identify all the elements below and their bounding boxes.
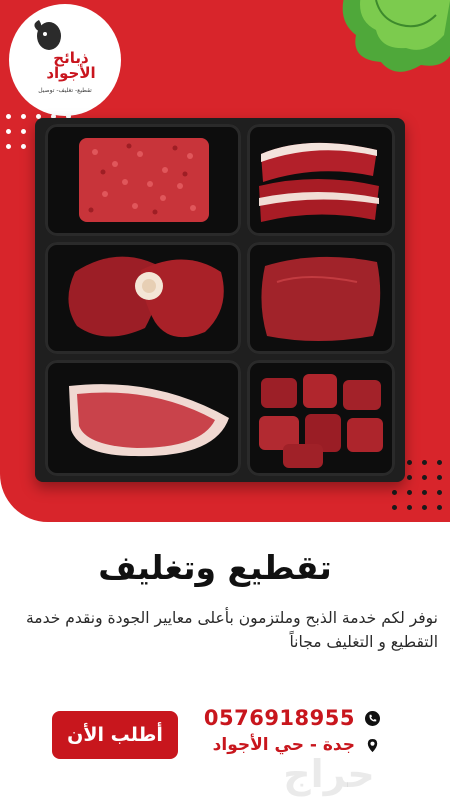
tray-cell-minced-meat [45, 124, 241, 236]
sheep-head-icon [34, 20, 61, 50]
meat-tray-image [35, 118, 405, 482]
watermark: حراج [283, 752, 375, 796]
phone-number[interactable]: 0576918955 [204, 706, 355, 730]
tray-cell-meat-cubes [247, 360, 395, 476]
brand-logo: ذبائح الأجواد تقطيع- تغليف- توصيل [9, 4, 121, 116]
tray-cell-beef-block [247, 242, 395, 354]
phone-icon [365, 710, 380, 726]
tray-cell-ribs [247, 124, 395, 236]
service-description: نوفر لكم خدمة الذبح وملتزمون بأعلى معايي… [25, 609, 438, 651]
tray-cell-sirloin-steak [45, 360, 241, 476]
order-now-button[interactable]: أطلب الأن [52, 711, 178, 759]
page-headline: تقطيع وتغليف [98, 548, 332, 587]
tray-cell-bone-in-steak [45, 242, 241, 354]
contact-phone-row[interactable]: 0576918955 [204, 706, 380, 730]
brand-tagline: تقطيع- تغليف- توصيل [38, 86, 92, 94]
brand-name-line2: الأجواد [46, 63, 96, 82]
lettuce-image [342, 0, 450, 72]
hero-banner: ذبائح الأجواد تقطيع- تغليف- توصيل [0, 0, 450, 522]
